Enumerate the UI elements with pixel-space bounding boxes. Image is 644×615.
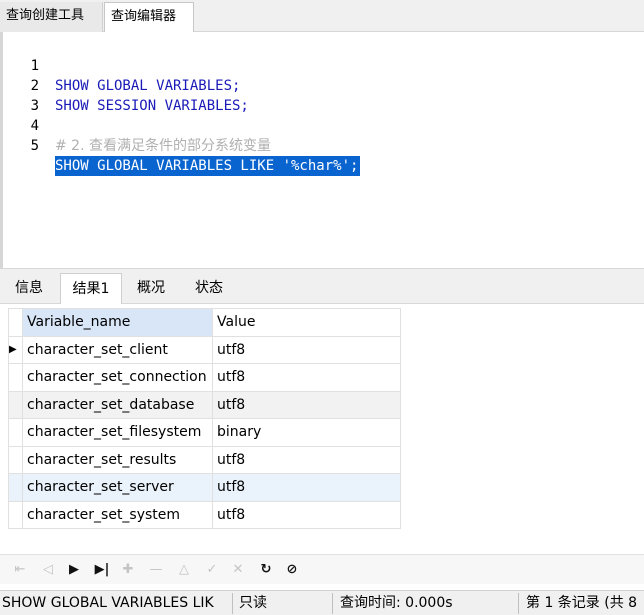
tab-profile[interactable]: 概况 — [124, 273, 178, 305]
row-indicator — [8, 418, 23, 447]
status-record-count: 第 1 条记录 (共 8 — [526, 595, 638, 611]
delete-record-icon[interactable]: — — [146, 560, 166, 580]
apply-icon[interactable]: △ — [174, 560, 194, 580]
row-indicator — [8, 500, 23, 529]
status-query-time: 查询时间: 0.000s — [340, 595, 453, 611]
status-read-only: 只读 — [239, 595, 267, 611]
record-navigation-bar: ⇤ ◁ ▶ ▶| ✚ — △ ✓ ✕ ↻ ⊘ — [0, 554, 644, 584]
table-row[interactable]: character_set_database utf8 — [8, 390, 401, 419]
status-bar: SHOW GLOBAL VARIABLES LIK 只读 查询时间: 0.000… — [0, 590, 644, 615]
cell-value[interactable]: utf8 — [212, 335, 401, 364]
result-grid: Variable_name Value ▶ character_set_clie… — [8, 308, 401, 529]
row-indicator — [8, 390, 23, 419]
status-divider — [232, 593, 233, 614]
row-indicator-header — [8, 308, 23, 337]
cell-variable-name[interactable]: character_set_filesystem — [22, 418, 213, 447]
selected-code-text[interactable]: SHOW GLOBAL VARIABLES LIKE '%char%'; — [55, 156, 361, 176]
editor-line[interactable]: 4 # 2. 查看满足条件的部分系统变量 — [3, 96, 643, 154]
table-row[interactable]: character_set_filesystem binary — [8, 418, 401, 447]
row-indicator — [8, 445, 23, 474]
column-header-value[interactable]: Value — [212, 308, 401, 337]
add-record-icon[interactable]: ✚ — [118, 560, 138, 580]
tab-status[interactable]: 状态 — [182, 273, 236, 305]
cell-value[interactable]: utf8 — [212, 473, 401, 502]
cell-value[interactable]: utf8 — [212, 363, 401, 392]
navicat-window: 查询创建工具 查询编辑器 1 SHOW GLOBAL VARIABLES; 2 … — [0, 0, 644, 615]
cell-value[interactable]: utf8 — [212, 390, 401, 419]
tab-query-builder[interactable]: 查询创建工具 — [0, 2, 103, 32]
prev-record-icon[interactable]: ◁ — [38, 560, 58, 580]
status-query-text: SHOW GLOBAL VARIABLES LIK — [2, 595, 214, 611]
cell-variable-name[interactable]: character_set_client — [22, 335, 213, 364]
row-indicator — [8, 473, 23, 502]
next-record-icon[interactable]: ▶ — [64, 560, 84, 580]
table-row[interactable]: character_set_connection utf8 — [8, 363, 401, 392]
table-row[interactable]: ▶ character_set_client utf8 — [8, 335, 401, 364]
grid-header-row: Variable_name Value — [8, 308, 401, 337]
tab-result-1[interactable]: 结果1 — [60, 273, 122, 305]
cell-variable-name[interactable]: character_set_server — [22, 473, 213, 502]
status-divider — [332, 593, 333, 614]
table-row[interactable]: character_set_server utf8 — [8, 473, 401, 502]
cancel-icon[interactable]: ✕ — [228, 560, 248, 580]
first-record-icon[interactable]: ⇤ — [10, 560, 30, 580]
column-header-variable-name[interactable]: Variable_name — [22, 308, 213, 337]
table-row[interactable]: character_set_system utf8 — [8, 500, 401, 529]
code-comment[interactable]: # 2. 查看满足条件的部分系统变量 — [55, 136, 271, 156]
cell-value[interactable]: utf8 — [212, 445, 401, 474]
tab-info[interactable]: 信息 — [4, 273, 54, 305]
status-divider — [518, 593, 519, 614]
editor-line[interactable]: 1 SHOW GLOBAL VARIABLES; — [3, 36, 643, 94]
last-record-icon[interactable]: ▶| — [92, 560, 112, 580]
top-tab-bar: 查询创建工具 查询编辑器 — [0, 0, 644, 33]
cell-value[interactable]: binary — [212, 418, 401, 447]
editor-line[interactable]: 5 SHOW GLOBAL VARIABLES LIKE '%char%'; — [3, 116, 643, 176]
line-number: 5 — [30, 138, 39, 154]
stop-icon[interactable]: ⊘ — [282, 560, 302, 580]
row-indicator — [8, 363, 23, 392]
editor-line[interactable]: 2 SHOW SESSION VARIABLES; — [3, 56, 643, 114]
tab-query-editor[interactable]: 查询编辑器 — [104, 2, 194, 33]
cell-value[interactable]: utf8 — [212, 500, 401, 529]
refresh-icon[interactable]: ↻ — [256, 560, 276, 580]
sql-editor[interactable]: 1 SHOW GLOBAL VARIABLES; 2 SHOW SESSION … — [0, 32, 644, 268]
result-tab-bar: 信息 结果1 概况 状态 — [0, 268, 644, 305]
cell-variable-name[interactable]: character_set_system — [22, 500, 213, 529]
editor-line[interactable]: 3 — [3, 76, 643, 114]
table-row[interactable]: character_set_results utf8 — [8, 445, 401, 474]
cell-variable-name[interactable]: character_set_database — [22, 390, 213, 419]
current-row-marker-icon: ▶ — [8, 335, 23, 364]
discard-icon[interactable]: ✓ — [202, 560, 222, 580]
result-grid-area: Variable_name Value ▶ character_set_clie… — [0, 304, 644, 554]
cell-variable-name[interactable]: character_set_connection — [22, 363, 213, 392]
cell-variable-name[interactable]: character_set_results — [22, 445, 213, 474]
